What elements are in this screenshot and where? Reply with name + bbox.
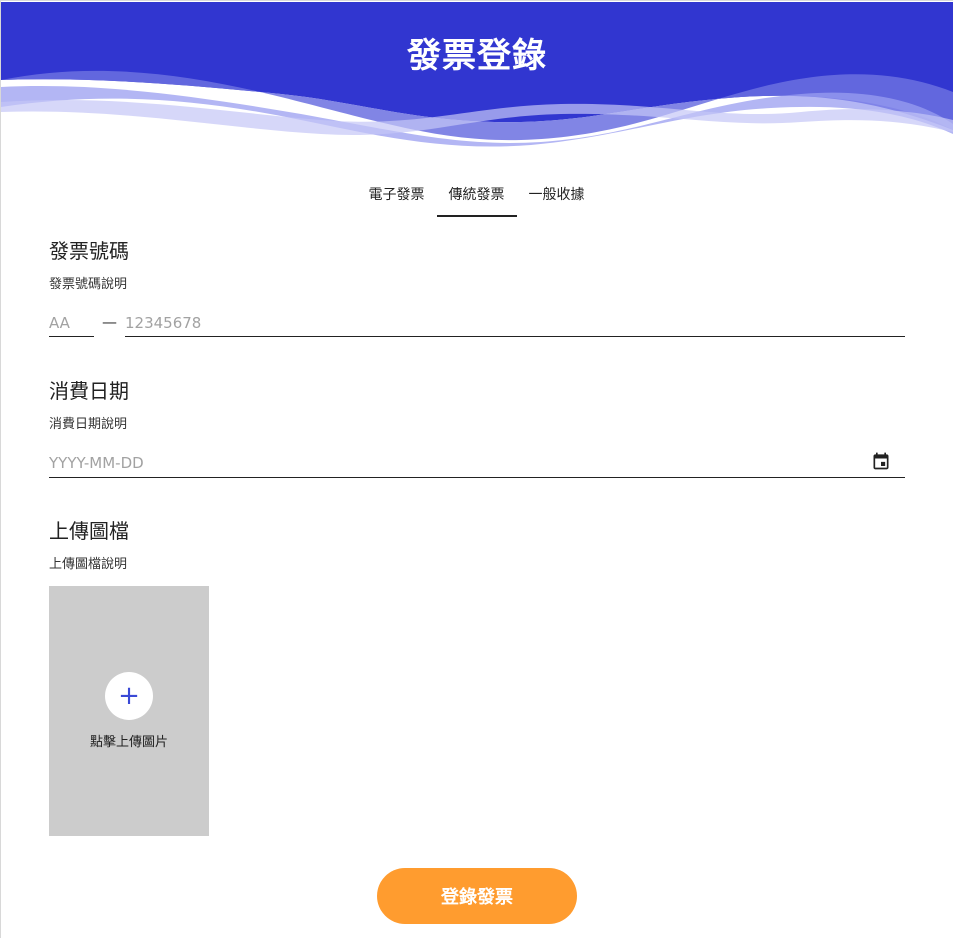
invoice-number-title: 發票號碼 [49, 239, 129, 263]
tab-general-receipt[interactable]: 一般收據 [517, 180, 597, 217]
purchase-date-title: 消費日期 [49, 379, 129, 403]
upload-description: 上傳圖檔說明 [49, 557, 128, 572]
tab-traditional-invoice[interactable]: 傳統發票 [436, 180, 517, 217]
upload-image-label: 點擊上傳圖片 [89, 735, 168, 750]
purchase-date-input[interactable] [49, 451, 849, 475]
invoice-prefix-input[interactable] [49, 311, 93, 335]
plus-icon: + [105, 672, 153, 720]
invoice-number-separator: — [102, 313, 117, 331]
purchase-date-description: 消費日期說明 [49, 417, 128, 432]
invoice-number-underline [125, 336, 905, 337]
upload-image-button[interactable]: + 點擊上傳圖片 [49, 586, 209, 836]
header-banner: 發票登錄 [1, 2, 953, 152]
page-title: 發票登錄 [407, 36, 547, 76]
invoice-number-description: 發票號碼說明 [49, 277, 128, 292]
upload-title: 上傳圖檔 [49, 519, 129, 543]
invoice-type-tabs: 電子發票 傳統發票 一般收據 [0, 180, 953, 217]
tab-e-invoice[interactable]: 電子發票 [357, 180, 437, 217]
submit-invoice-button[interactable]: 登錄發票 [377, 868, 577, 924]
header-wave-graphic [1, 2, 953, 152]
calendar-icon[interactable] [871, 451, 891, 471]
invoice-number-input[interactable] [125, 311, 895, 335]
invoice-prefix-underline [49, 336, 94, 337]
purchase-date-underline [49, 477, 905, 478]
